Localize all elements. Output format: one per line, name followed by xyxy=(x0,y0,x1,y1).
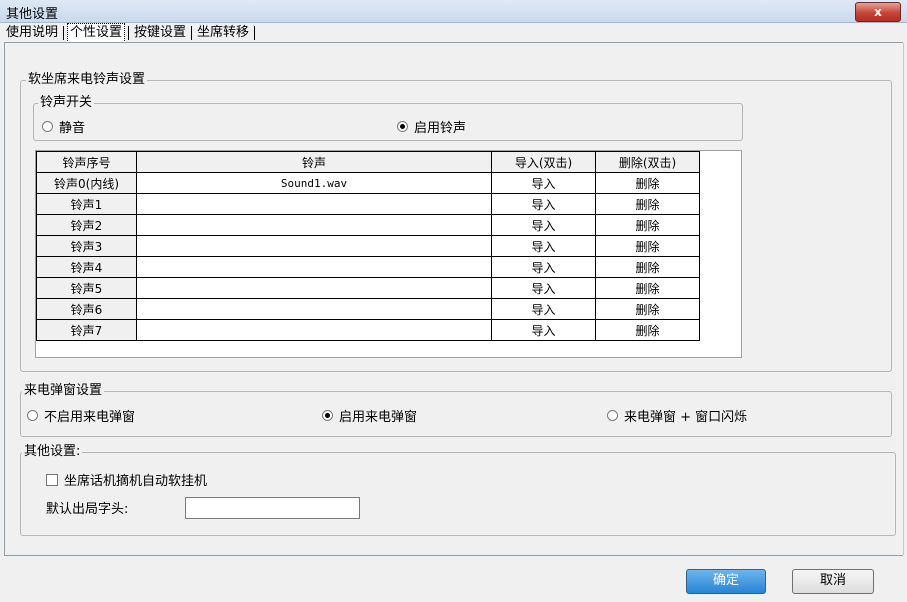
popup-settings-title: 来电弹窗设置 xyxy=(22,383,105,398)
row-name: 铃声0(内线) xyxy=(36,172,137,194)
radio-popup-disabled-label: 不启用来电弹窗 xyxy=(44,410,136,425)
table-row: 铃声6 导入 删除 xyxy=(36,298,700,320)
radio-popup-flash[interactable]: 来电弹窗 + 窗口闪烁 xyxy=(607,406,747,425)
ringtone-file-cell[interactable] xyxy=(136,256,492,278)
ringtone-file-cell[interactable]: Sound1.wav xyxy=(136,172,492,194)
radio-mute-label: 静音 xyxy=(59,121,86,136)
import-cell[interactable]: 导入 xyxy=(491,256,596,278)
auto-hangup-checkbox[interactable]: 坐席话机摘机自动软挂机 xyxy=(46,470,207,489)
import-cell[interactable]: 导入 xyxy=(491,193,596,215)
ringtone-grid[interactable]: 铃声序号 铃声 导入(双击) 删除(双击) 铃声0(内线) Sound1.wav… xyxy=(35,150,742,358)
delete-cell[interactable]: 删除 xyxy=(595,298,700,320)
delete-cell[interactable]: 删除 xyxy=(595,193,700,215)
tab-separator xyxy=(128,25,130,40)
import-cell[interactable]: 导入 xyxy=(491,319,596,341)
panel-border-right xyxy=(903,43,904,555)
row-name: 铃声4 xyxy=(36,256,137,278)
row-name: 铃声6 xyxy=(36,298,137,320)
radio-popup-enabled-label: 启用来电弹窗 xyxy=(339,410,418,425)
table-row: 铃声2 导入 删除 xyxy=(36,214,700,236)
radio-popup-flash-indicator xyxy=(607,410,618,421)
column-header-delete[interactable]: 删除(双击) xyxy=(595,151,700,173)
tab-agent-transfer[interactable]: 坐席转移 xyxy=(195,24,251,42)
tab-divider xyxy=(4,42,903,43)
column-header-ringtone[interactable]: 铃声 xyxy=(136,151,492,173)
radio-popup-flash-label: 来电弹窗 + 窗口闪烁 xyxy=(624,410,748,425)
import-cell[interactable]: 导入 xyxy=(491,214,596,236)
prefix-label: 默认出局字头: xyxy=(46,502,129,517)
ringtone-file-cell[interactable] xyxy=(136,193,492,215)
table-row: 铃声3 导入 删除 xyxy=(36,235,700,257)
import-cell[interactable]: 导入 xyxy=(491,277,596,299)
title-bar xyxy=(0,0,907,23)
other-settings-group xyxy=(20,452,896,536)
tab-separator xyxy=(254,25,256,40)
tab-key-settings[interactable]: 按键设置 xyxy=(132,24,188,42)
ringtone-file-cell[interactable] xyxy=(136,298,492,320)
import-cell[interactable]: 导入 xyxy=(491,298,596,320)
panel-border-left xyxy=(4,43,5,555)
cancel-button[interactable]: 取消 xyxy=(792,569,874,594)
table-row: 铃声7 导入 删除 xyxy=(36,319,700,341)
table-row: 铃声4 导入 删除 xyxy=(36,256,700,278)
popup-settings-group xyxy=(20,391,892,437)
radio-popup-disabled[interactable]: 不启用来电弹窗 xyxy=(27,406,135,425)
table-row: 铃声1 导入 删除 xyxy=(36,193,700,215)
radio-popup-enabled-indicator xyxy=(322,410,333,421)
row-name: 铃声7 xyxy=(36,319,137,341)
ringtone-file-cell[interactable] xyxy=(136,277,492,299)
table-row: 铃声5 导入 删除 xyxy=(36,277,700,299)
column-header-import[interactable]: 导入(双击) xyxy=(491,151,596,173)
footer-divider xyxy=(4,555,903,556)
prefix-input[interactable] xyxy=(185,497,360,519)
radio-mute-indicator xyxy=(42,121,53,132)
close-button[interactable]: x xyxy=(855,2,901,22)
radio-popup-disabled-indicator xyxy=(27,410,38,421)
tab-personal-settings[interactable]: 个性设置 xyxy=(67,23,126,43)
tab-usage[interactable]: 使用说明 xyxy=(4,24,60,42)
radio-popup-enabled[interactable]: 启用来电弹窗 xyxy=(322,406,417,425)
row-name: 铃声5 xyxy=(36,277,137,299)
other-settings-title: 其他设置: xyxy=(22,444,83,459)
auto-hangup-checkbox-box xyxy=(46,473,58,486)
tab-separator xyxy=(191,25,193,40)
tab-separator xyxy=(63,25,65,40)
ring-switch-title: 铃声开关 xyxy=(38,95,95,110)
grid-header-row: 铃声序号 铃声 导入(双击) 删除(双击) xyxy=(36,151,700,173)
delete-cell[interactable]: 删除 xyxy=(595,256,700,278)
delete-cell[interactable]: 删除 xyxy=(595,319,700,341)
ringtone-file-cell[interactable] xyxy=(136,235,492,257)
table-row: 铃声0(内线) Sound1.wav 导入 删除 xyxy=(36,172,700,194)
row-name: 铃声1 xyxy=(36,193,137,215)
tab-strip: 使用说明 个性设置 按键设置 坐席转移 xyxy=(4,23,258,43)
delete-cell[interactable]: 删除 xyxy=(595,214,700,236)
radio-mute[interactable]: 静音 xyxy=(42,117,85,136)
import-cell[interactable]: 导入 xyxy=(491,172,596,194)
window-title: 其他设置 xyxy=(6,7,59,22)
radio-enable-ring-label: 启用铃声 xyxy=(414,121,467,136)
import-cell[interactable]: 导入 xyxy=(491,235,596,257)
radio-enable-ring[interactable]: 启用铃声 xyxy=(397,117,466,136)
row-name: 铃声3 xyxy=(36,235,137,257)
ringtone-file-cell[interactable] xyxy=(136,214,492,236)
row-name: 铃声2 xyxy=(36,214,137,236)
auto-hangup-label: 坐席话机摘机自动软挂机 xyxy=(64,474,208,489)
ringtone-file-cell[interactable] xyxy=(136,319,492,341)
column-header-index[interactable]: 铃声序号 xyxy=(36,151,137,173)
ok-button[interactable]: 确定 xyxy=(686,569,766,594)
delete-cell[interactable]: 删除 xyxy=(595,235,700,257)
delete-cell[interactable]: 删除 xyxy=(595,172,700,194)
ring-settings-title: 软坐席来电铃声设置 xyxy=(26,72,148,87)
ring-switch-group xyxy=(33,103,743,141)
radio-enable-ring-indicator xyxy=(397,121,408,132)
delete-cell[interactable]: 删除 xyxy=(595,277,700,299)
close-icon: x xyxy=(874,5,882,19)
